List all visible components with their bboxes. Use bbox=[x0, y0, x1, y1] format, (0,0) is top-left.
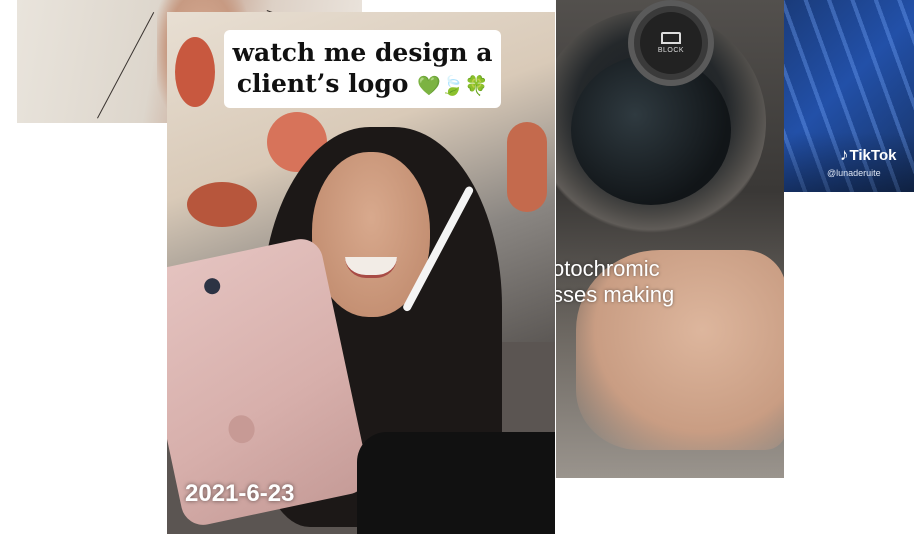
video-date: 2021-6-23 bbox=[185, 480, 295, 507]
apple-logo-icon bbox=[225, 412, 258, 446]
tiktok-logo-icon: ♪ bbox=[840, 145, 849, 164]
camera-lens-icon bbox=[202, 276, 222, 296]
block-badge: BLOCK bbox=[628, 0, 714, 86]
tiktok-username: @lunaderuite bbox=[827, 168, 881, 178]
block-label: BLOCK bbox=[657, 47, 685, 54]
black-top bbox=[357, 432, 555, 534]
video-thumbnail-product[interactable]: BLOCK otochromic sses making bbox=[556, 0, 784, 478]
caption-line-2: sses making bbox=[556, 282, 675, 307]
video-caption: otochromic sses making bbox=[556, 256, 674, 308]
video-thumbnail-main[interactable]: watch me design a client’s logo 💚🍃🍀 2021… bbox=[167, 12, 555, 534]
caption-line-1: otochromic bbox=[556, 256, 660, 281]
tiktok-watermark: ♪ TikTok bbox=[840, 145, 896, 165]
art-shape bbox=[507, 122, 547, 212]
title-emojis: 💚🍃🍀 bbox=[417, 74, 489, 97]
title-line-2: client’s logo bbox=[236, 68, 409, 98]
title-line-1: watch me design a bbox=[232, 37, 493, 67]
sketch-line bbox=[97, 12, 155, 119]
tiktok-brand-text: TikTok bbox=[849, 146, 897, 164]
title-line-2-wrapper: client’s logo 💚🍃🍀 bbox=[237, 68, 488, 102]
stamp-icon bbox=[661, 32, 681, 44]
video-thumbnail-right[interactable]: ♪ TikTok @lunaderuite bbox=[784, 0, 914, 192]
art-shape bbox=[175, 37, 215, 107]
art-shape bbox=[187, 182, 257, 227]
video-title-overlay: watch me design a client’s logo 💚🍃🍀 bbox=[224, 30, 501, 108]
